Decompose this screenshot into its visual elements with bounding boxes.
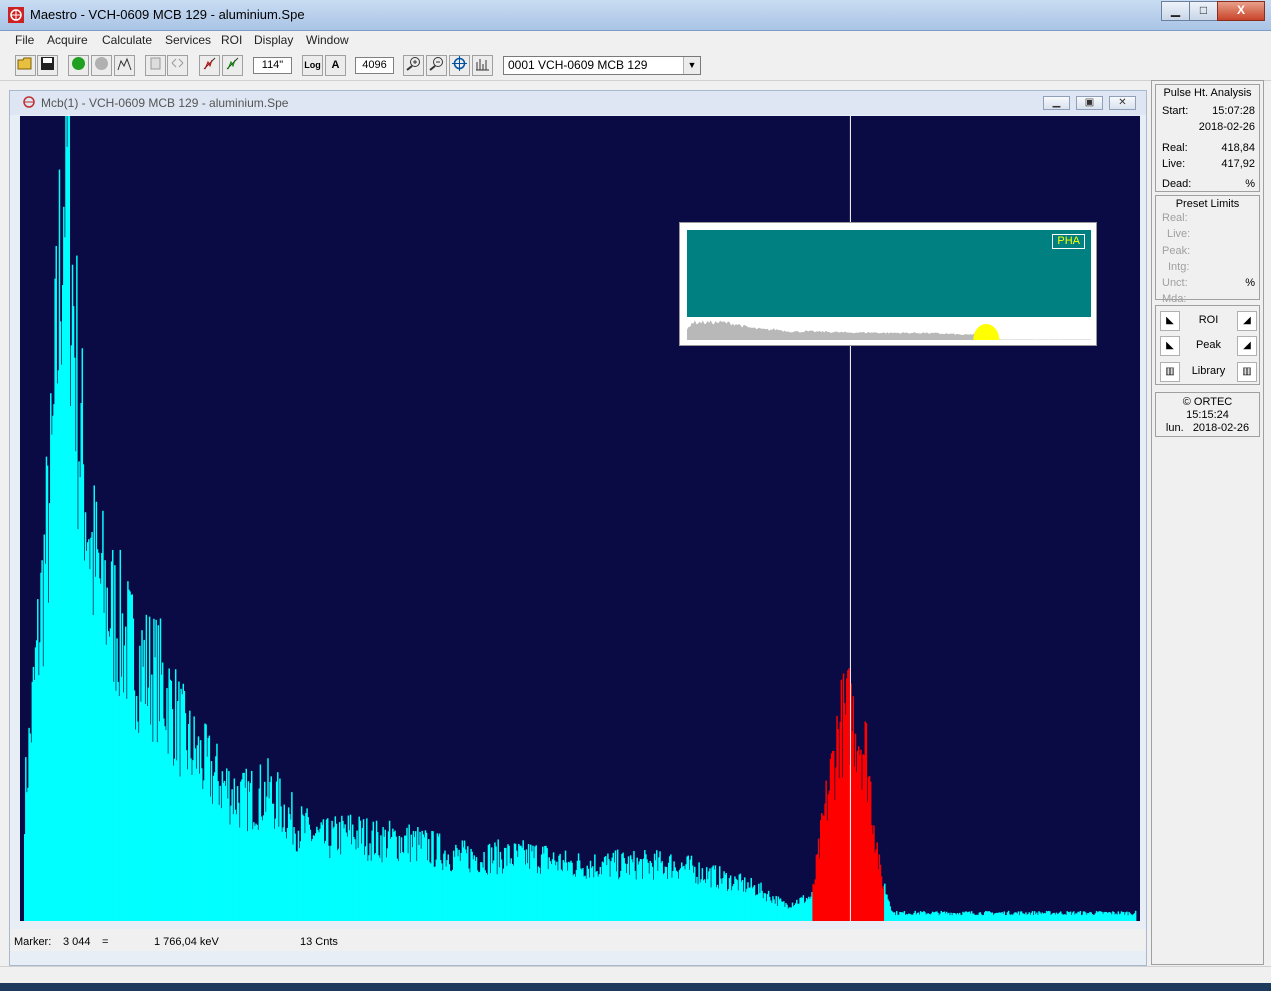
preset-real-label: Real: [1162,212,1188,224]
auto-scale-button[interactable]: A [325,55,346,76]
overview-panel: PHA [687,230,1091,340]
zoom-out-icon[interactable] [426,55,447,76]
overview-spectrum-area [687,320,1091,340]
live-value: 417,92 [1221,158,1255,170]
clock-box: © ORTEC 15:15:24 lun. 2018-02-26 [1155,392,1260,437]
dead-value: % [1245,178,1255,190]
roi-nav: ◣ ROI ◢ [1160,311,1257,331]
maestro-app-icon[interactable] [8,7,24,23]
start-date: 2018-02-26 [1198,121,1255,133]
roi-next-icon[interactable]: ◢ [1237,311,1257,331]
marker-energy: 1 766,04 keV [154,936,219,948]
roi-mark-icon[interactable] [199,55,220,76]
start-time: 15:07:28 [1212,105,1255,117]
overview-roi-highlight [973,324,1000,340]
clock-time: 15:15:24 [1186,409,1229,421]
peak-next-icon[interactable]: ◢ [1237,336,1257,356]
pha-badge: PHA [1052,234,1085,249]
start-icon[interactable] [68,55,89,76]
child-close-button[interactable]: ✕ [1109,96,1136,110]
menu-window[interactable]: Window [306,33,349,47]
horizontal-scale-box[interactable]: 4096 [355,57,394,74]
library-next-icon[interactable]: ▥ [1237,362,1257,382]
menu-acquire[interactable]: Acquire [47,33,88,47]
overview-inset[interactable]: PHA [679,222,1097,346]
preset-peak-label: Peak: [1162,245,1191,257]
zoom-in-icon[interactable] [403,55,424,76]
window-title: Maestro - VCH-0609 MCB 129 - aluminium.S… [30,7,305,22]
child-minimize-button[interactable]: ▁ [1043,96,1070,110]
detector-buffer-icon[interactable] [167,55,188,76]
chevron-down-icon[interactable]: ▼ [683,57,700,74]
real-value: 418,84 [1221,142,1255,154]
preset-live-label: Live: [1167,228,1191,240]
menu-file[interactable]: File [15,33,34,47]
overview-plot[interactable] [687,317,1091,340]
roi-unmark-icon[interactable] [222,55,243,76]
marker-equals: = [102,936,109,948]
spectrum-window: Mcb(1) - VCH-0609 MCB 129 - aluminium.Sp… [9,90,1147,966]
pulse-height-group: Pulse Ht. Analysis Start: 15:07:28 2018-0… [1155,84,1260,192]
start-label: Start: [1162,105,1189,117]
spectrum-channel-bar [1134,910,1137,921]
spectrum-window-titlebar: Mcb(1) - VCH-0609 MCB 129 - aluminium.Sp… [10,91,1146,115]
clear-icon[interactable] [114,55,135,76]
marker-channel: 3 044 [63,936,91,948]
preset-limits-group: Preset Limits Real: Live: Peak: Intg: Un… [1155,195,1260,305]
overview-spectrum [687,320,1091,340]
library-nav: ▥ Library ▥ [1160,362,1257,382]
marker-counts: 13 Cnts [300,936,338,948]
vertical-scale-box[interactable]: 114" [253,57,292,74]
full-view-icon[interactable] [472,55,493,76]
child-restore-button[interactable]: ▣ [1076,96,1103,110]
center-icon[interactable] [449,55,470,76]
maximize-button[interactable]: □ [1189,1,1218,21]
preset-intg-label: Intg: [1168,261,1190,273]
marker-readout: Marker: 3 044 = 1 766,04 keV 13 Cnts [10,929,1146,951]
save-icon[interactable] [37,55,58,76]
dead-label: Dead: [1162,178,1192,190]
menu-bar: File Acquire Calculate Services ROI Disp… [0,31,1271,51]
status-sidebar: Pulse Ht. Analysis Start: 15:07:28 2018-0… [1151,80,1264,965]
menu-roi[interactable]: ROI [221,33,242,47]
preset-mda-label: Mda: [1162,293,1187,305]
detector-value: 0001 VCH-0609 MCB 129 [508,58,648,72]
navigation-group: ◣ ROI ◢ ◣ Peak ◢ ▥ Library ▥ [1155,305,1260,385]
stop-icon[interactable] [91,55,112,76]
clock-date-line: lun. 2018-02-26 [1156,422,1259,434]
status-bar [0,966,1271,981]
peak-nav: ◣ Peak ◢ [1160,336,1257,356]
live-label: Live: [1162,158,1186,170]
menu-calculate[interactable]: Calculate [102,33,152,47]
close-button[interactable]: X [1217,1,1265,21]
copyright-text: © ORTEC [1182,396,1233,408]
title-bar: Maestro - VCH-0609 MCB 129 - aluminium.S… [0,0,1271,31]
taskbar [0,983,1271,991]
preset-unct-label: Unct: [1162,277,1188,289]
clock-date: 2018-02-26 [1192,422,1250,434]
open-icon[interactable] [15,55,36,76]
spectrum-window-title: Mcb(1) - VCH-0609 MCB 129 - aluminium.Sp… [41,96,289,110]
marker-label: Marker: [14,936,52,948]
menu-display[interactable]: Display [254,33,293,47]
spectrum-window-icon[interactable] [22,96,36,108]
log-button[interactable]: Log [302,55,323,76]
preset-unct-value: % [1245,277,1255,289]
pulse-height-title: Pulse Ht. Analysis [1163,87,1252,99]
minimize-button[interactable]: ▁ [1161,1,1190,21]
detector-dropdown[interactable]: 0001 VCH-0609 MCB 129 ▼ [503,56,701,75]
spectrum-plot-area[interactable]: PHA [20,116,1140,921]
toolbar: 114" Log A 4096 0001 VCH-0609 MCB 129 ▼ [0,52,1271,81]
menu-services[interactable]: Services [165,33,211,47]
copy-buffer-icon[interactable] [145,55,166,76]
preset-limits-title: Preset Limits [1175,198,1240,210]
clock-day: lun. [1165,422,1184,434]
real-label: Real: [1162,142,1188,154]
